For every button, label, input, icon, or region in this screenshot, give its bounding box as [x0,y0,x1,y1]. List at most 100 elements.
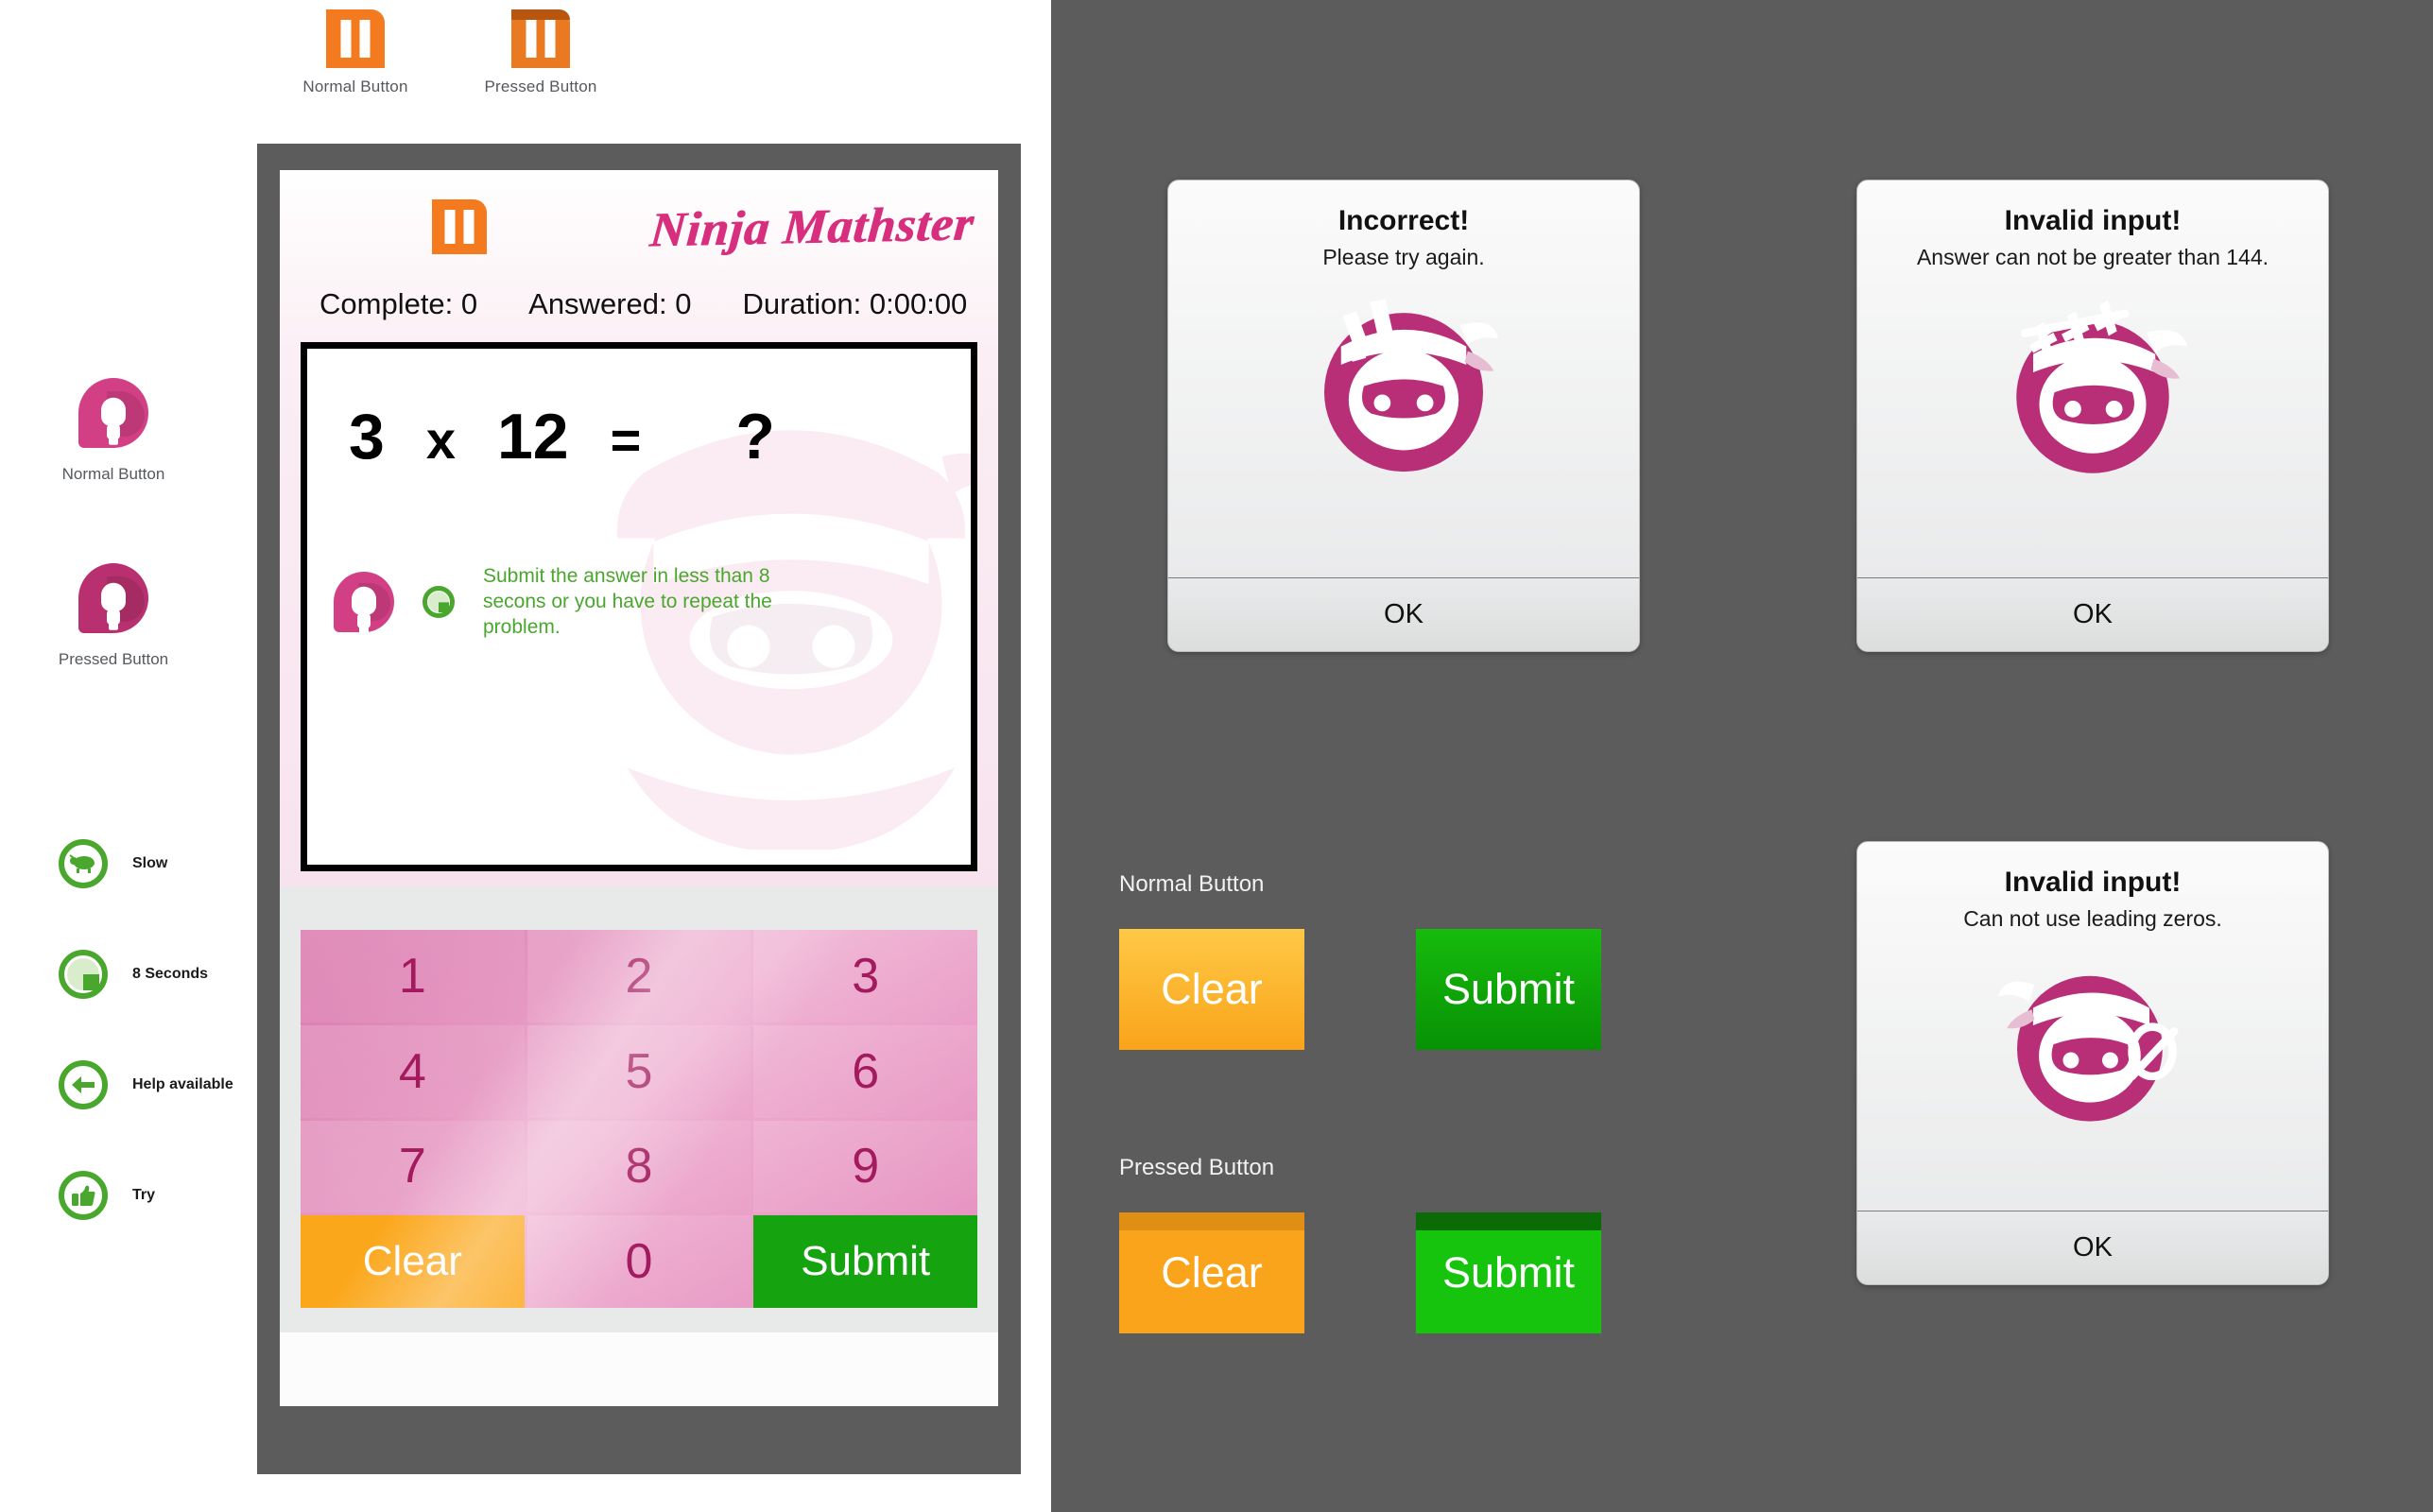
page-title: Ninja Mathster [647,196,976,258]
right-panel: Incorrect! Please try again. OK Invalid … [1051,0,2433,1512]
pause-swatch-pressed: Pressed Button [465,9,616,96]
pause-bars [444,210,475,244]
left-arrow-icon [59,1060,108,1109]
pause-icon[interactable] [326,9,385,68]
dialog-title: Invalid input! [2004,867,2182,898]
bulb-shadow [107,391,145,437]
hint-row: Submit the answer in less than 8 secons … [307,473,971,641]
mockup-canvas: Normal Button Pressed Button Normal Butt… [0,0,2433,1512]
stat-answered: Answered: 0 [528,287,692,320]
clear-button-pressed[interactable]: Clear [1119,1212,1304,1333]
equation-row: 3 x 12 = ? [307,349,971,473]
pause-swatch-pressed-label: Pressed Button [484,77,597,95]
key-8[interactable]: 8 [526,1120,751,1213]
thumbs-up-icon [59,1171,108,1220]
dialog-invalid-max: Invalid input! Answer can not be greater… [1856,180,2329,652]
lightbulb-hint-icon[interactable] [334,572,394,633]
app-screen: Ninja Mathster Complete: 0 Answered: 0 D… [280,170,998,1406]
stat-complete: Complete: 0 [319,287,478,320]
pressed-button-label: Pressed Button [1119,1155,1275,1180]
numeric-keypad: 1 2 3 4 5 6 7 8 9 Clear 0 Submit [301,930,977,1308]
pie-timer-icon [423,586,455,619]
bulb-shadow [358,583,390,622]
dialog-body: Invalid input! Can not use leading zeros… [1857,842,2328,1211]
submit-button-normal[interactable]: Submit [1416,929,1601,1050]
keypad-area: 1 2 3 4 5 6 7 8 9 Clear 0 Submit [280,930,998,1332]
pie-wedge [439,602,449,613]
ninja-surprised-icon [1324,299,1499,472]
dialog-message: Please try again. [1322,245,1485,269]
dialog-body: Invalid input! Answer can not be greater… [1857,180,2328,577]
key-2[interactable]: 2 [526,930,751,1022]
legend-label-try: Try [132,1187,156,1203]
submit-button-pressed[interactable]: Submit [1416,1212,1601,1333]
problem-area: 3 x 12 = ? Submit the answer in less tha… [280,342,998,886]
app-header-row: Ninja Mathster [304,191,976,263]
clear-button[interactable]: Clear [301,1215,525,1308]
hint-text: Submit the answer in less than 8 secons … [483,565,772,638]
bulb-shadow [107,576,145,622]
legend-label-seconds: 8 Seconds [132,966,209,982]
hint-swatch-pressed: Pressed Button [38,563,189,668]
lightbulb-hint-icon[interactable] [78,378,148,448]
pause-swatch-normal-label: Normal Button [302,77,408,95]
key-7[interactable]: 7 [301,1120,525,1213]
dialog-ok-button[interactable]: OK [1857,577,2328,651]
dialog-art [1874,285,2311,484]
hint-swatch-pressed-label: Pressed Button [58,650,169,668]
key-6[interactable]: 6 [753,1024,977,1118]
dialog-ok-button[interactable]: OK [1857,1211,2328,1284]
pause-swatch-normal: Normal Button [280,9,431,96]
hint-swatch-normal: Normal Button [38,378,189,483]
key-3[interactable]: 3 [753,930,977,1022]
key-4[interactable]: 4 [301,1024,525,1118]
normal-button-label: Normal Button [1119,871,1265,897]
pause-icon-pressed[interactable] [511,9,570,68]
dialog-title: Invalid input! [2004,205,2182,236]
ninja-zero-crossed-icon [1998,975,2179,1122]
dialog-invalid-zeros: Invalid input! Can not use leading zeros… [1856,841,2329,1285]
key-0[interactable]: 0 [526,1215,751,1308]
pause-icon[interactable] [432,199,487,254]
pause-bars [526,20,556,58]
answer-display: ? [735,401,775,472]
dialog-art [1185,285,1622,484]
dialog-message: Answer can not be greater than 144. [1916,245,2269,269]
legend-row-seconds: 8 Seconds [59,950,208,999]
app-header: Ninja Mathster Complete: 0 Answered: 0 D… [280,170,998,342]
dialog-message: Can not use leading zeros. [1963,906,2222,931]
normal-button-group: Normal Button Clear Submit [1119,871,1601,1050]
dialog-title: Incorrect! [1337,205,1470,236]
key-9[interactable]: 9 [753,1120,977,1213]
legend-label-slow: Slow [132,855,168,871]
pressed-button-group: Pressed Button Clear Submit [1119,1155,1601,1333]
stat-duration: Duration: 0:00:00 [742,287,968,320]
pie-wedge [83,974,99,990]
problem-box: 3 x 12 = ? Submit the answer in less tha… [301,342,977,871]
dialog-art [1874,947,2311,1136]
lightbulb-hint-icon-pressed[interactable] [78,563,148,633]
legend-row-try: Try [59,1171,155,1220]
operand-a: 3 [349,401,385,472]
keypad-gap [280,886,998,930]
clear-button-normal[interactable]: Clear [1119,929,1304,1050]
dialog-body: Incorrect! Please try again. [1168,180,1639,577]
legend-row-slow: Slow [59,839,167,888]
operand-b: 12 [496,401,569,472]
key-5[interactable]: 5 [526,1024,751,1118]
key-1[interactable]: 1 [301,930,525,1022]
legend-row-help: Help available [59,1060,233,1109]
legend-label-help: Help available [132,1076,233,1092]
phone-frame: Ninja Mathster Complete: 0 Answered: 0 D… [257,144,1021,1474]
pause-bars [340,20,371,58]
turtle-icon [59,839,108,888]
ninja-144-crossed-icon [2016,300,2188,473]
pie-timer-icon [59,950,108,999]
stats-bar: Complete: 0 Answered: 0 Duration: 0:00:0… [304,263,974,342]
dialog-ok-button[interactable]: OK [1168,577,1639,651]
turtle-glyph [69,854,95,873]
submit-button[interactable]: Submit [753,1215,977,1308]
equals-sign: = [610,410,642,470]
hint-swatch-normal-label: Normal Button [61,465,165,483]
operator: x [425,410,456,470]
